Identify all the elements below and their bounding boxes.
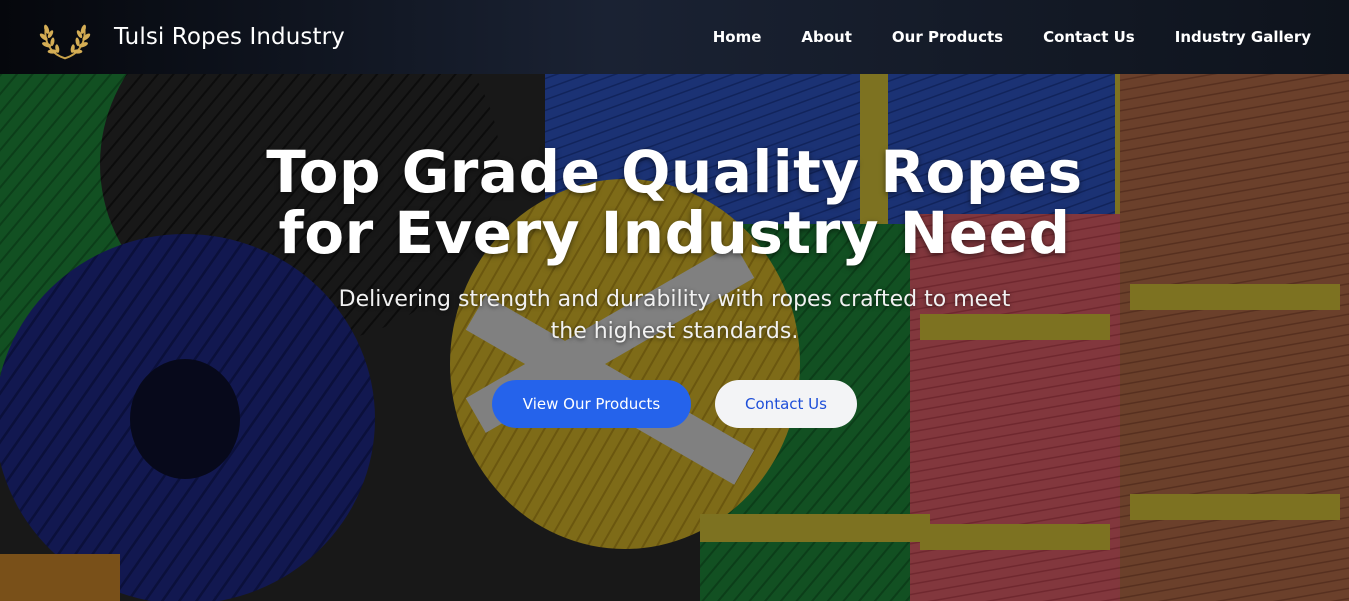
nav-link-our-products[interactable]: Our Products — [892, 28, 1003, 46]
view-products-button[interactable]: View Our Products — [492, 380, 691, 428]
hero-buttons: View Our Products Contact Us — [0, 380, 1349, 428]
hero-title-line-2: for Every Industry Need — [278, 199, 1071, 267]
nav-link-industry-gallery[interactable]: Industry Gallery — [1175, 28, 1311, 46]
contact-us-button[interactable]: Contact Us — [715, 380, 857, 428]
hero-subtitle: Delivering strength and durability with … — [338, 287, 1011, 344]
laurel-wreath-icon — [39, 24, 91, 60]
hero-title-line-1: Top Grade Quality Ropes — [266, 138, 1083, 206]
navbar: Tulsi Ropes Industry Home About Our Prod… — [0, 0, 1349, 74]
nav-link-home[interactable]: Home — [713, 28, 762, 46]
hero-content: Top Grade Quality Ropes for Every Indust… — [0, 142, 1349, 428]
main-nav: Home About Our Products Contact Us Indus… — [713, 28, 1311, 46]
nav-link-contact-us[interactable]: Contact Us — [1043, 28, 1135, 46]
hero-title: Top Grade Quality Ropes for Every Indust… — [0, 142, 1349, 264]
brand-name: Tulsi Ropes Industry — [114, 24, 345, 50]
hero-section: Top Grade Quality Ropes for Every Indust… — [0, 74, 1349, 601]
nav-link-about[interactable]: About — [801, 28, 852, 46]
brand[interactable]: Tulsi Ropes Industry — [36, 8, 345, 66]
